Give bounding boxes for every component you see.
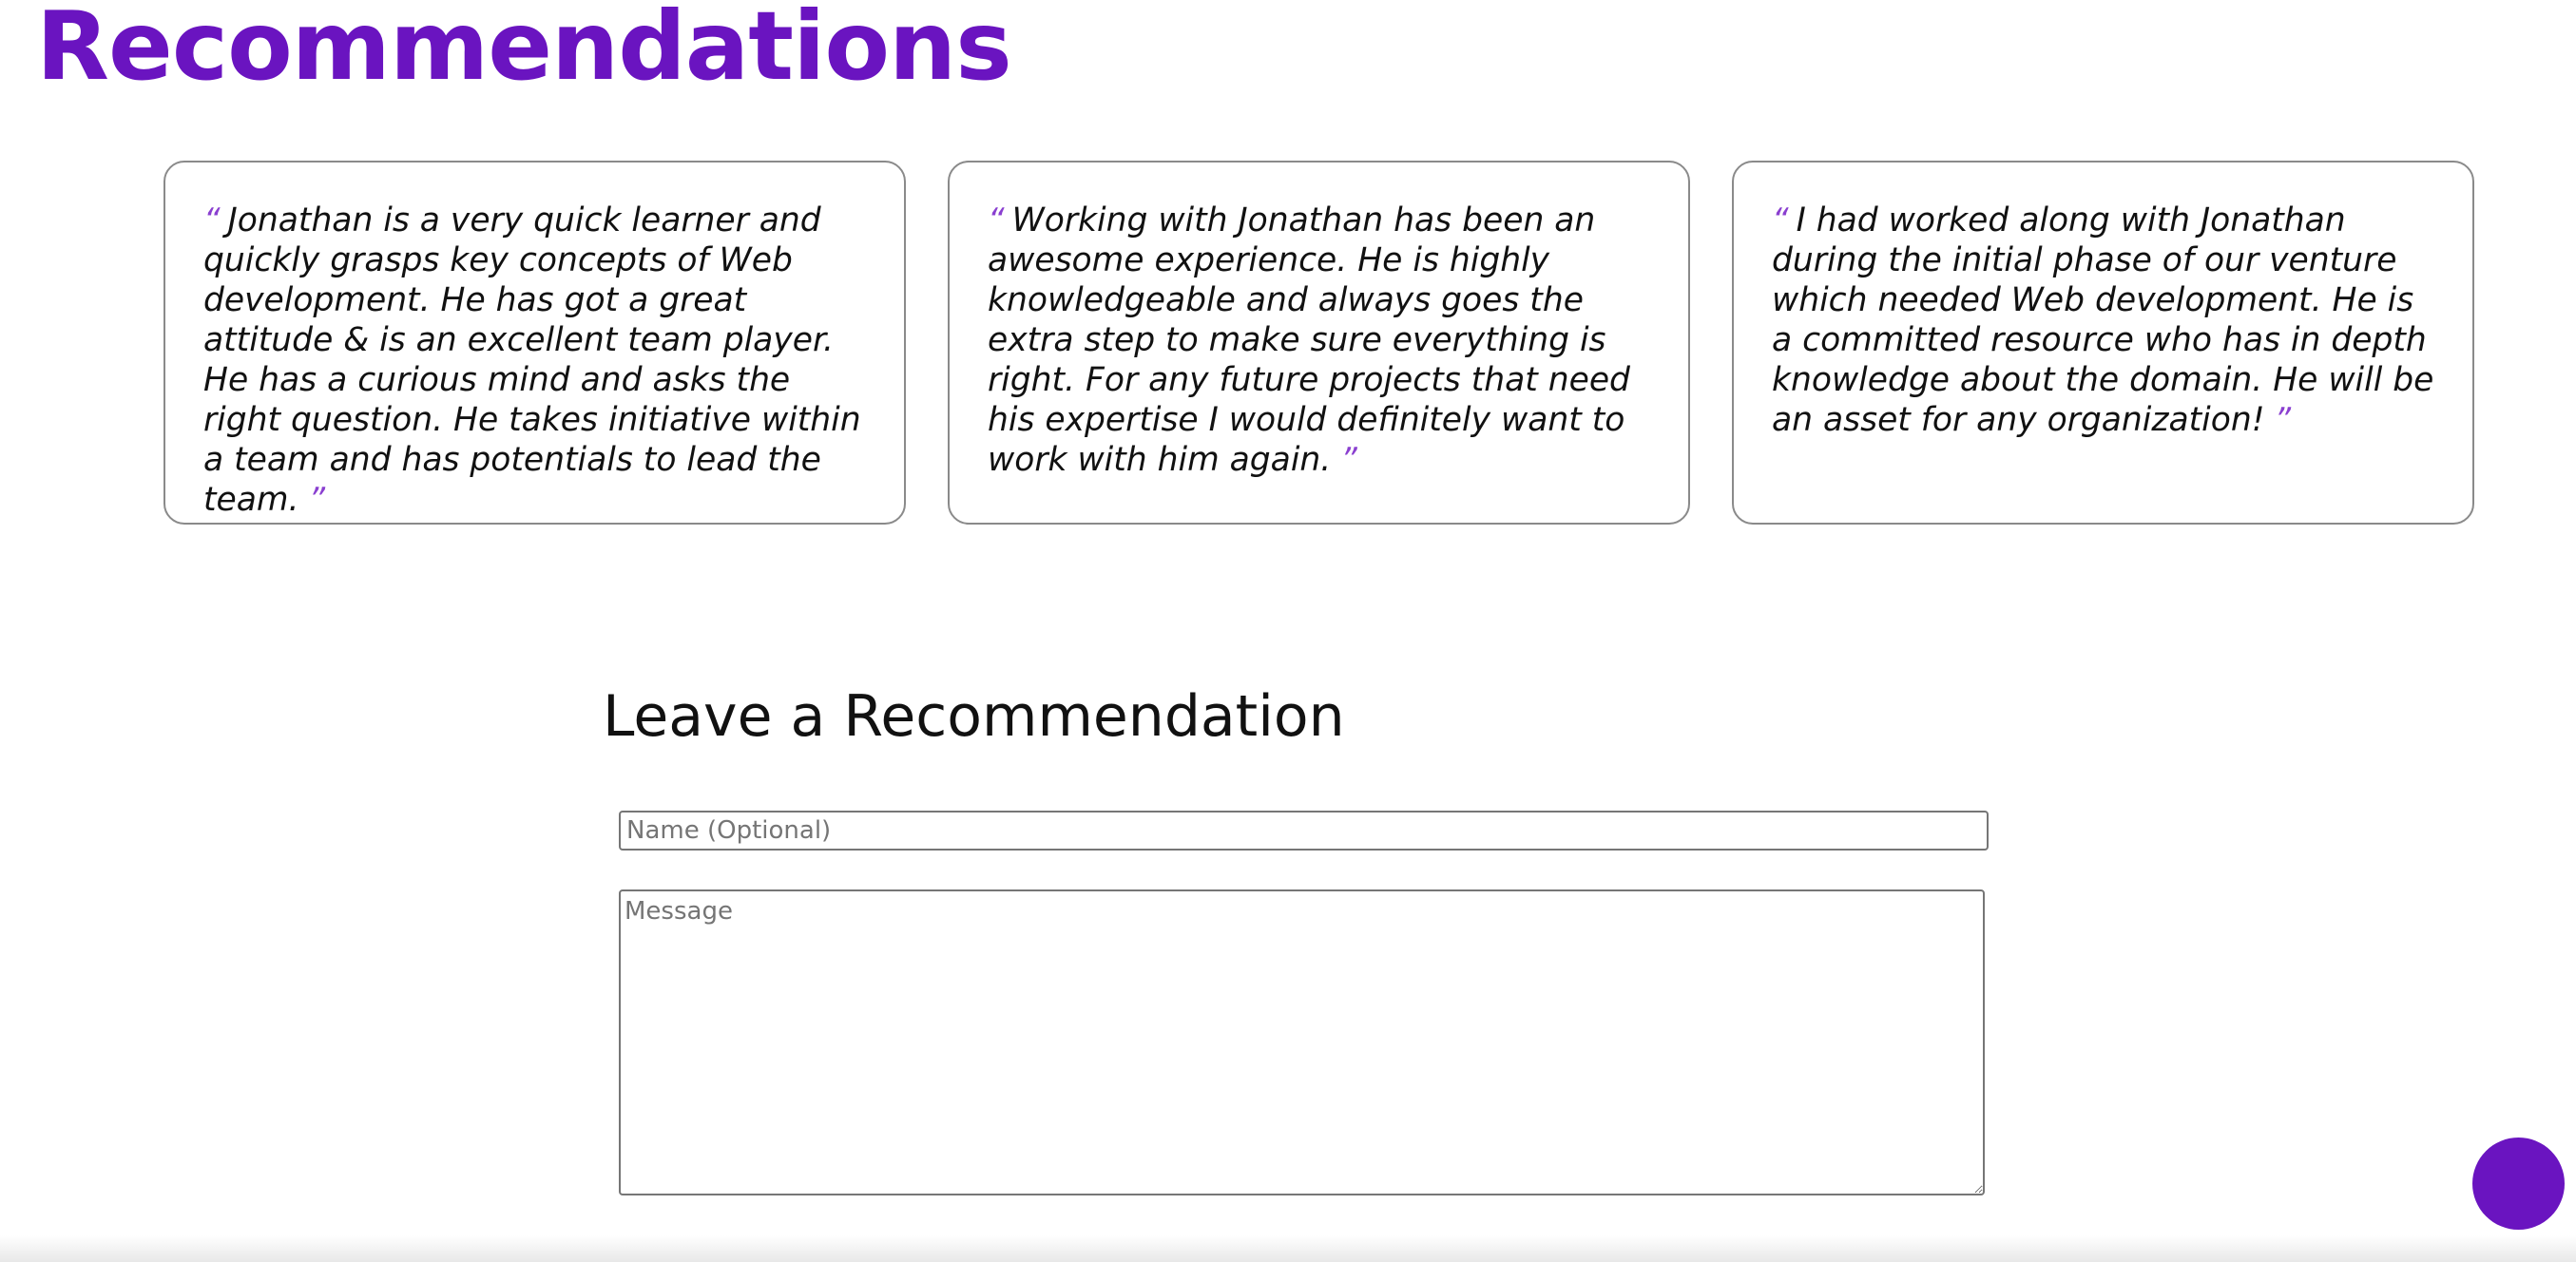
- floating-action-button[interactable]: [2472, 1138, 2565, 1230]
- recommendation-text-block: “Working with Jonathan has been an aweso…: [988, 201, 1650, 480]
- leave-recommendation-heading: Leave a Recommendation: [603, 683, 1345, 750]
- recommendation-text: I had worked along with Jonathan during …: [1772, 201, 2434, 439]
- close-quote-icon: ”: [2274, 401, 2292, 439]
- bottom-fade-divider: [0, 1235, 2576, 1262]
- open-quote-icon: “: [1772, 201, 1789, 239]
- close-quote-icon: ”: [308, 481, 326, 519]
- open-quote-icon: “: [203, 201, 221, 239]
- recommendation-card: “Working with Jonathan has been an aweso…: [948, 161, 1690, 525]
- recommendation-text: Jonathan is a very quick learner and qui…: [203, 201, 861, 519]
- recommendation-text: Working with Jonathan has been an awesom…: [988, 201, 1630, 479]
- name-input[interactable]: [619, 811, 1989, 851]
- open-quote-icon: “: [988, 201, 1005, 239]
- recommendation-card: “Jonathan is a very quick learner and qu…: [163, 161, 906, 525]
- recommendation-text-block: “I had worked along with Jonathan during…: [1772, 201, 2434, 440]
- recommendations-list: “Jonathan is a very quick learner and qu…: [163, 161, 2475, 525]
- message-textarea[interactable]: [619, 889, 1985, 1195]
- close-quote-icon: ”: [1340, 441, 1357, 479]
- page-title: Recommendations: [36, 0, 1012, 102]
- recommendation-text-block: “Jonathan is a very quick learner and qu…: [203, 201, 866, 520]
- recommendation-card: “I had worked along with Jonathan during…: [1732, 161, 2474, 525]
